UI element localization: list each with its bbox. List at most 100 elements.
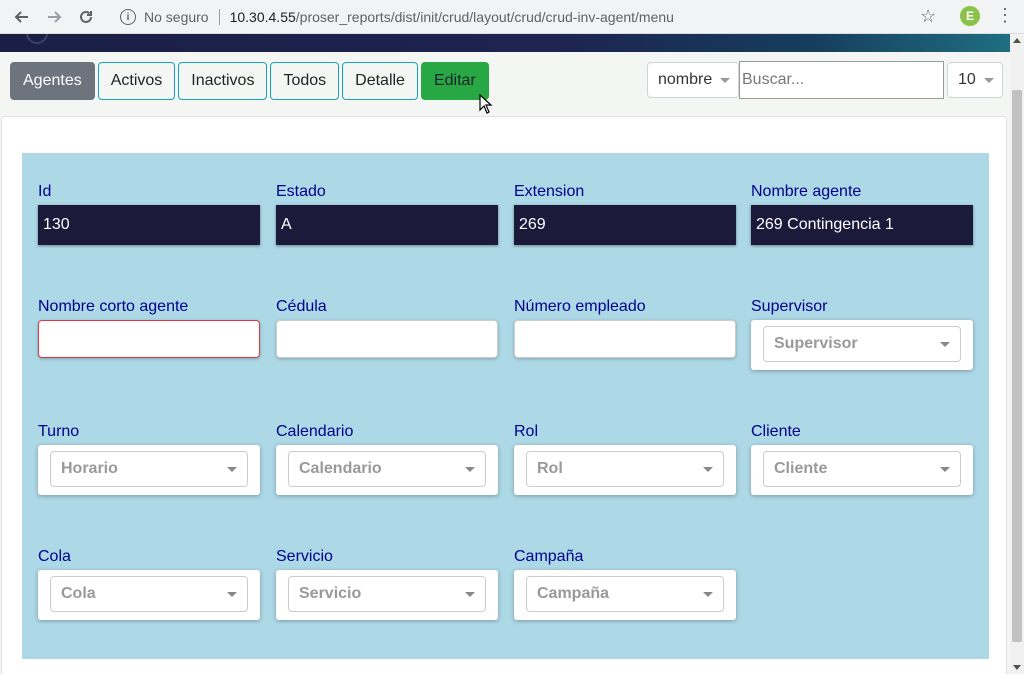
field-label: Turno (38, 423, 80, 440)
info-icon[interactable]: i (120, 9, 136, 25)
field-supervisor: Supervisor Supervisor (751, 298, 973, 370)
logo (26, 34, 48, 44)
field-nombre-agente: Nombre agente 269 Contingencia 1 (751, 183, 973, 245)
page-size-select[interactable]: 10 (947, 62, 1003, 98)
url-path: /proser_reports/dist/init/crud/layout/cr… (295, 9, 674, 25)
search-field-value: nombre (658, 71, 713, 88)
tab-detalle[interactable]: Detalle (342, 62, 418, 100)
field-estado: Estado A (276, 183, 498, 245)
search-input[interactable] (739, 61, 944, 99)
select-value: Cliente (774, 460, 828, 477)
field-label: Cliente (751, 423, 801, 440)
estado-value: A (276, 205, 498, 245)
cola-select[interactable]: Cola (50, 576, 248, 612)
campana-select-wrap: Campaña (514, 570, 736, 620)
field-label: Cola (38, 548, 71, 565)
campana-select[interactable]: Campaña (526, 576, 724, 612)
field-label: Supervisor (751, 298, 828, 315)
search-field-select[interactable]: nombre (647, 62, 739, 98)
chevron-down-icon (227, 466, 237, 472)
chevron-down-icon (720, 77, 731, 83)
cliente-select-wrap: Cliente (751, 445, 973, 495)
field-numero-empleado: Número empleado (514, 298, 736, 358)
field-label: Nombre agente (751, 183, 862, 200)
chevron-down-icon (465, 466, 475, 472)
scroll-thumb[interactable] (1012, 90, 1022, 642)
chevron-down-icon (983, 77, 994, 83)
select-value: Calendario (299, 460, 382, 477)
page-scrollbar[interactable] (1010, 34, 1024, 674)
field-label: Campaña (514, 548, 584, 565)
app-header (0, 34, 1010, 52)
calendario-select[interactable]: Calendario (288, 451, 486, 487)
field-label: Id (38, 183, 52, 200)
select-value: Horario (61, 460, 118, 477)
form-card: Id 130 Estado A Extension 269 Nombre age… (1, 116, 1007, 674)
search-area: nombre 10 (647, 61, 1003, 99)
scroll-down-icon[interactable] (1013, 665, 1021, 670)
field-label: Servicio (276, 548, 333, 565)
field-calendario: Calendario Calendario (276, 423, 498, 495)
address-bar[interactable]: i No seguro 10.30.4.55/proser_reports/di… (106, 4, 946, 30)
tab-inactivos[interactable]: Inactivos (178, 62, 268, 100)
select-value: Servicio (299, 585, 362, 602)
rol-select[interactable]: Rol (526, 451, 724, 487)
field-label: Estado (276, 183, 326, 200)
supervisor-select[interactable]: Supervisor (763, 326, 961, 362)
field-label: Calendario (276, 423, 354, 440)
field-cedula: Cédula (276, 298, 498, 358)
select-value: Rol (537, 460, 563, 477)
back-icon[interactable] (12, 7, 32, 27)
cliente-select[interactable]: Cliente (763, 451, 961, 487)
chevron-down-icon (703, 591, 713, 597)
browser-toolbar: i No seguro 10.30.4.55/proser_reports/di… (0, 0, 1024, 34)
servicio-select-wrap: Servicio (276, 570, 498, 620)
extension-value: 269 (514, 205, 736, 245)
tab-activos[interactable]: Activos (97, 62, 176, 100)
calendario-select-wrap: Calendario (276, 445, 498, 495)
agent-form: Id 130 Estado A Extension 269 Nombre age… (22, 153, 989, 659)
field-label: Cédula (276, 298, 327, 315)
nombre-corto-input[interactable] (38, 320, 260, 358)
scroll-up-icon[interactable] (1013, 38, 1021, 43)
security-label: No seguro (144, 9, 209, 25)
chevron-down-icon (465, 591, 475, 597)
field-campana: Campaña Campaña (514, 548, 736, 620)
reload-icon[interactable] (76, 7, 96, 27)
field-id: Id 130 (38, 183, 260, 245)
supervisor-select-wrap: Supervisor (751, 320, 973, 370)
star-icon[interactable]: ☆ (920, 6, 936, 27)
chevron-down-icon (940, 466, 950, 472)
cedula-input[interactable] (276, 320, 498, 358)
field-label: Nombre corto agente (38, 298, 189, 315)
field-label: Extension (514, 183, 585, 200)
page-size-value: 10 (958, 71, 976, 88)
field-servicio: Servicio Servicio (276, 548, 498, 620)
select-value: Supervisor (774, 335, 858, 352)
chevron-down-icon (227, 591, 237, 597)
address-separator (218, 9, 220, 25)
cola-select-wrap: Cola (38, 570, 260, 620)
mouse-cursor-icon (479, 94, 493, 114)
profile-avatar[interactable]: E (960, 6, 980, 26)
field-cola: Cola Cola (38, 548, 260, 620)
field-nombre-corto: Nombre corto agente (38, 298, 260, 358)
crud-tabs: Agentes Activos Inactivos Todos Detalle … (10, 62, 489, 100)
kebab-menu-icon[interactable]: ⋮ (996, 5, 1014, 26)
turno-select[interactable]: Horario (50, 451, 248, 487)
field-label: Número empleado (514, 298, 646, 315)
field-cliente: Cliente Cliente (751, 423, 973, 495)
turno-select-wrap: Horario (38, 445, 260, 495)
forward-icon[interactable] (44, 7, 64, 27)
numero-empleado-input[interactable] (514, 320, 736, 358)
chevron-down-icon (703, 466, 713, 472)
tab-todos[interactable]: Todos (270, 62, 340, 100)
chevron-down-icon (940, 341, 950, 347)
id-value: 130 (38, 205, 260, 245)
select-value: Cola (61, 585, 96, 602)
tab-agentes[interactable]: Agentes (10, 62, 95, 100)
page-content: Agentes Activos Inactivos Todos Detalle … (0, 34, 1010, 674)
field-rol: Rol Rol (514, 423, 736, 495)
field-extension: Extension 269 (514, 183, 736, 245)
servicio-select[interactable]: Servicio (288, 576, 486, 612)
